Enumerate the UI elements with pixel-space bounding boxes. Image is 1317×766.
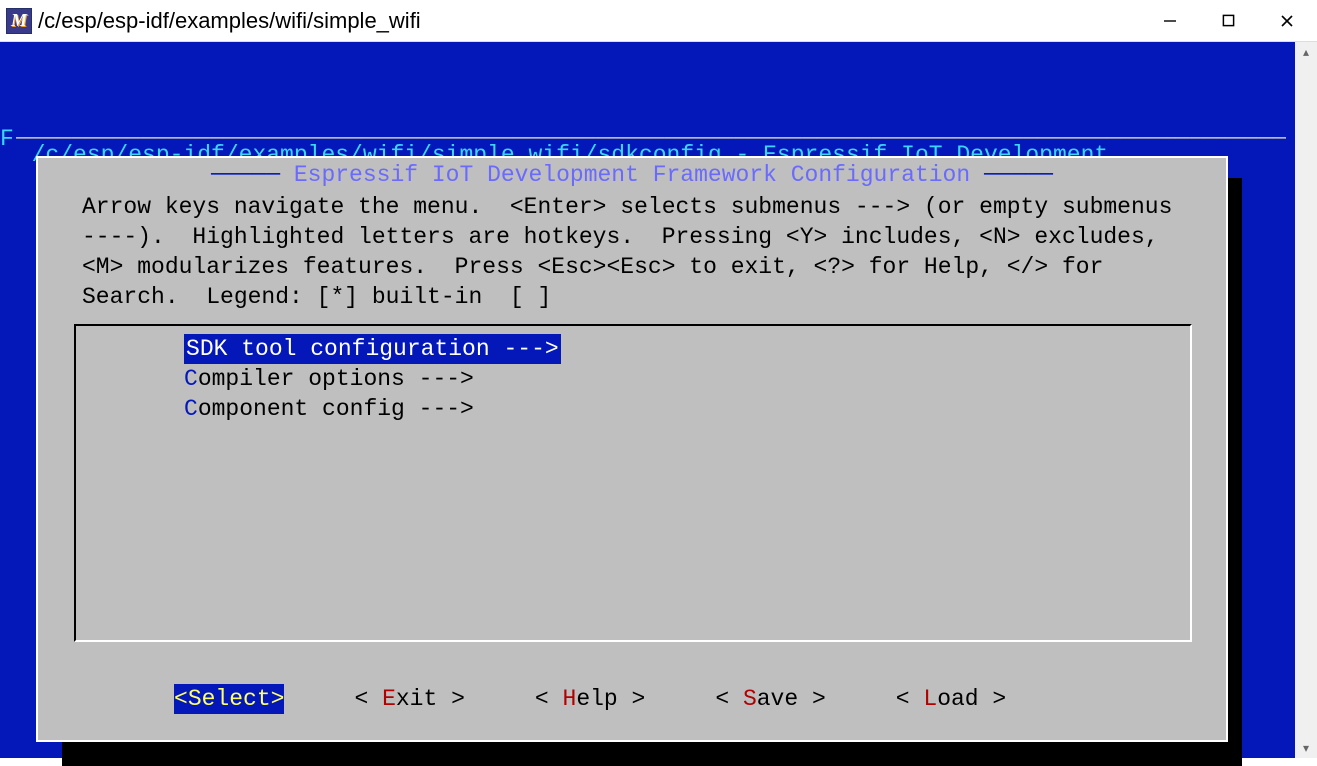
menu-item-label: ompiler options ---> [198,366,474,392]
window-buttons [1141,0,1317,41]
app-icon-letter: M [11,10,27,31]
button-pre: < [174,686,188,712]
header-continuation-char: F [0,124,14,154]
menu-item-2[interactable]: Component config ---> [184,394,561,424]
menu-item-hotkey: C [184,396,198,422]
terminal[interactable]: /c/esp/esp-idf/examples/wifi/simple_wifi… [0,42,1295,758]
menu-item-hotkey: S [186,336,200,362]
menu-list-panel: SDK tool configuration --->Compiler opti… [74,324,1192,642]
app-icon: M [6,8,32,34]
maximize-icon [1222,14,1235,27]
maximize-button[interactable] [1199,0,1257,41]
button-hotkey: S [188,686,202,712]
window-title: /c/esp/esp-idf/examples/wifi/simple_wifi [38,8,1141,34]
minimize-icon [1163,14,1177,28]
button-post: elp > [576,686,645,712]
button-pre: < [715,686,743,712]
button-hotkey: S [743,686,757,712]
dialog-button-2[interactable]: < Help > [535,684,645,714]
button-hotkey: E [382,686,396,712]
button-pre: < [896,686,924,712]
dialog-button-row: <Select>< Exit >< Help >< Save >< Load > [38,684,1226,714]
dialog-button-0[interactable]: <Select> [174,684,284,714]
scroll-up-arrow-icon[interactable]: ▴ [1295,42,1317,62]
dialog-button-1[interactable]: < Exit > [354,684,464,714]
button-hotkey: H [563,686,577,712]
minimize-button[interactable] [1141,0,1199,41]
dialog-instructions: Arrow keys navigate the menu. <Enter> se… [82,192,1182,312]
button-pre: < [354,686,382,712]
client-area: /c/esp/esp-idf/examples/wifi/simple_wifi… [0,42,1317,758]
menu-item-label: omponent config ---> [198,396,474,422]
menuconfig-dialog: ───── Espressif IoT Development Framewor… [36,156,1228,742]
dialog-title: Espressif IoT Development Framework Conf… [294,162,970,188]
menu-item-0[interactable]: SDK tool configuration ---> [184,334,561,364]
window-titlebar: M /c/esp/esp-idf/examples/wifi/simple_wi… [0,0,1317,42]
menu-item-label: DK tool configuration ---> [200,336,559,362]
menu-list: SDK tool configuration --->Compiler opti… [184,334,561,424]
menu-item-1[interactable]: Compiler options ---> [184,364,561,394]
close-icon [1280,14,1294,28]
button-pre: < [535,686,563,712]
button-post: elect> [202,686,285,712]
vertical-scrollbar[interactable]: ▴ ▾ [1295,42,1317,758]
dialog-button-4[interactable]: < Load > [896,684,1006,714]
button-post: oad > [937,686,1006,712]
dialog-button-3[interactable]: < Save > [715,684,825,714]
scroll-down-arrow-icon[interactable]: ▾ [1295,738,1317,758]
menu-item-hotkey: C [184,366,198,392]
button-hotkey: L [923,686,937,712]
button-post: ave > [757,686,826,712]
dialog-title-row: ───── Espressif IoT Development Framewor… [38,160,1226,190]
close-button[interactable] [1257,0,1317,41]
button-post: xit > [396,686,465,712]
header-dash-line: ────────────────────────────────────────… [16,124,1286,154]
